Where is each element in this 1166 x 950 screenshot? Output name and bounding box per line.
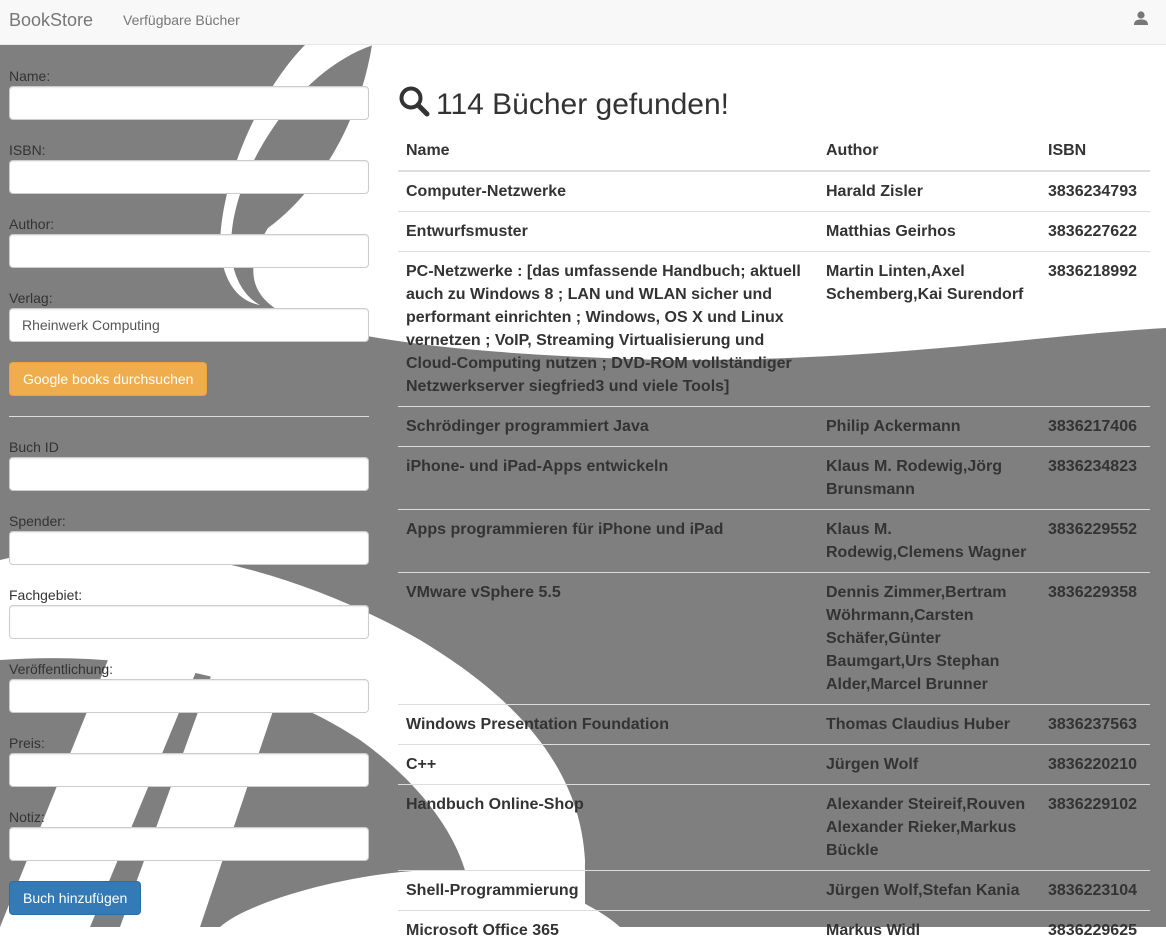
table-row[interactable]: Handbuch Online-ShopAlexander Steireif,R… xyxy=(398,785,1150,871)
table-row[interactable]: EntwurfsmusterMatthias Geirhos3836227622 xyxy=(398,212,1150,252)
name-input[interactable] xyxy=(9,86,369,120)
table-row[interactable]: iPhone- und iPad-Apps entwickelnKlaus M.… xyxy=(398,447,1150,510)
isbn-label: ISBN: xyxy=(9,142,46,158)
table-row[interactable]: VMware vSphere 5.5Dennis Zimmer,Bertram … xyxy=(398,573,1150,705)
donor-label: Spender: xyxy=(9,513,66,529)
table-row[interactable]: Windows Presentation FoundationThomas Cl… xyxy=(398,705,1150,745)
results-heading: 114 Bücher gefunden! xyxy=(398,85,729,122)
book-isbn-cell: 3836220210 xyxy=(1040,745,1150,785)
results-count-text: 114 Bücher gefunden! xyxy=(436,88,729,121)
book-isbn-cell: 3836234793 xyxy=(1040,171,1150,212)
book-isbn-cell: 3836223104 xyxy=(1040,871,1150,911)
price-input[interactable] xyxy=(9,753,369,787)
book-author-cell: Markus Widl xyxy=(818,911,1040,950)
note-label: Notiz: xyxy=(9,809,45,825)
brand-link[interactable]: BookStore xyxy=(9,10,93,31)
book-name-cell: iPhone- und iPad-Apps entwickeln xyxy=(398,447,818,510)
add-book-button[interactable]: Buch hinzufügen xyxy=(9,881,141,915)
table-row[interactable]: Apps programmieren für iPhone und iPadKl… xyxy=(398,510,1150,573)
table-header-row: Name Author ISBN xyxy=(398,130,1150,171)
table-row[interactable]: PC-Netzwerke : [das umfassende Handbuch;… xyxy=(398,252,1150,407)
user-icon[interactable] xyxy=(1133,10,1149,26)
book-author-cell: Klaus M. Rodewig,Clemens Wagner xyxy=(818,510,1040,573)
book-isbn-cell: 3836234823 xyxy=(1040,447,1150,510)
book-name-cell: Apps programmieren für iPhone und iPad xyxy=(398,510,818,573)
author-input[interactable] xyxy=(9,234,369,268)
book-isbn-cell: 3836229102 xyxy=(1040,785,1150,871)
subject-label: Fachgebiet: xyxy=(9,587,82,603)
book-author-cell: Dennis Zimmer,Bertram Wöhrmann,Carsten S… xyxy=(818,573,1040,705)
book-isbn-cell: 3836229552 xyxy=(1040,510,1150,573)
book-name-cell: Schrödinger programmiert Java xyxy=(398,407,818,447)
book-id-input[interactable] xyxy=(9,457,369,491)
form-divider xyxy=(9,416,369,417)
book-name-cell: Microsoft Office 365 xyxy=(398,911,818,950)
book-name-cell: C++ xyxy=(398,745,818,785)
book-name-cell: Handbuch Online-Shop xyxy=(398,785,818,871)
book-name-cell: Entwurfsmuster xyxy=(398,212,818,252)
subject-input[interactable] xyxy=(9,605,369,639)
book-name-cell: PC-Netzwerke : [das umfassende Handbuch;… xyxy=(398,252,818,407)
book-isbn-cell: 3836217406 xyxy=(1040,407,1150,447)
name-label: Name: xyxy=(9,68,50,84)
book-author-cell: Thomas Claudius Huber xyxy=(818,705,1040,745)
book-author-cell: Alexander Steireif,Rouven Alexander Riek… xyxy=(818,785,1040,871)
book-author-cell: Matthias Geirhos xyxy=(818,212,1040,252)
table-row[interactable]: Schrödinger programmiert JavaPhilip Acke… xyxy=(398,407,1150,447)
book-isbn-cell: 3836229358 xyxy=(1040,573,1150,705)
book-author-cell: Philip Ackermann xyxy=(818,407,1040,447)
book-isbn-cell: 3836229625 xyxy=(1040,911,1150,950)
book-author-cell: Klaus M. Rodewig,Jörg Brunsmann xyxy=(818,447,1040,510)
table-row[interactable]: Shell-ProgrammierungJürgen Wolf,Stefan K… xyxy=(398,871,1150,911)
book-isbn-cell: 3836218992 xyxy=(1040,252,1150,407)
publication-label: Veröffentlichung: xyxy=(9,661,113,677)
google-books-search-button[interactable]: Google books durchsuchen xyxy=(9,362,207,396)
book-author-cell: Jürgen Wolf xyxy=(818,745,1040,785)
book-isbn-cell: 3836237563 xyxy=(1040,705,1150,745)
book-name-cell: VMware vSphere 5.5 xyxy=(398,573,818,705)
author-label: Author: xyxy=(9,216,54,232)
book-name-cell: Computer-Netzwerke xyxy=(398,171,818,212)
publisher-label: Verlag: xyxy=(9,290,53,306)
table-row[interactable]: Computer-NetzwerkeHarald Zisler383623479… xyxy=(398,171,1150,212)
column-header-name[interactable]: Name xyxy=(398,130,818,171)
table-row[interactable]: Microsoft Office 365Markus Widl383622962… xyxy=(398,911,1150,950)
books-table-body: Computer-NetzwerkeHarald Zisler383623479… xyxy=(398,171,1150,950)
book-name-cell: Shell-Programmierung xyxy=(398,871,818,911)
books-table: Name Author ISBN Computer-NetzwerkeHaral… xyxy=(398,130,1150,950)
book-author-cell: Martin Linten,Axel Schemberg,Kai Surendo… xyxy=(818,252,1040,407)
book-name-cell: Windows Presentation Foundation xyxy=(398,705,818,745)
search-icon xyxy=(398,85,430,117)
donor-input[interactable] xyxy=(9,531,369,565)
price-label: Preis: xyxy=(9,735,45,751)
nav-link-available-books[interactable]: Verfügbare Bücher xyxy=(123,12,240,28)
book-author-cell: Jürgen Wolf,Stefan Kania xyxy=(818,871,1040,911)
publisher-input[interactable] xyxy=(9,308,369,342)
note-input[interactable] xyxy=(9,827,369,861)
column-header-author[interactable]: Author xyxy=(818,130,1040,171)
table-row[interactable]: C++Jürgen Wolf3836220210 xyxy=(398,745,1150,785)
navbar: BookStore Verfügbare Bücher xyxy=(0,0,1166,45)
publication-input[interactable] xyxy=(9,679,369,713)
book-isbn-cell: 3836227622 xyxy=(1040,212,1150,252)
book-author-cell: Harald Zisler xyxy=(818,171,1040,212)
book-id-label: Buch ID xyxy=(9,439,59,455)
isbn-input[interactable] xyxy=(9,160,369,194)
column-header-isbn[interactable]: ISBN xyxy=(1040,130,1150,171)
